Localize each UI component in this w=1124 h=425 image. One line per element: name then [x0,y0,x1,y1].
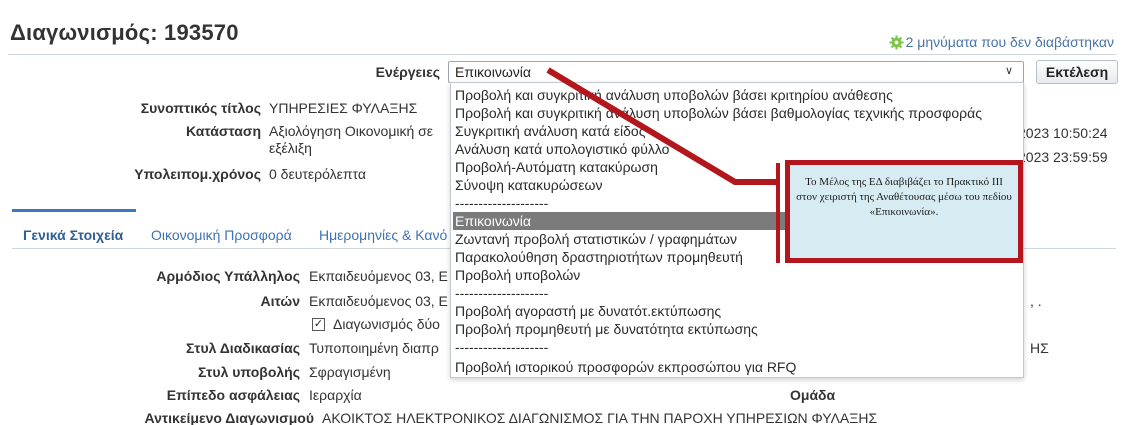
right-fragment-1: , . [1030,293,1042,309]
dropdown-option[interactable]: Προβολή αγοραστή με δυνατότ.εκτύπωσης [455,302,721,320]
remaining-time-label: Υπολειπομ.χρόνος [134,166,261,182]
unread-messages-link[interactable]: 2 μηνύματα που δεν διαβάστηκαν [889,34,1114,50]
unread-messages-label[interactable]: 2 μηνύματα που δεν διαβάστηκαν [906,34,1114,50]
group-label: Ομάδα [790,387,836,403]
requester-value: Εκπαιδευόμενος 03, Ε [309,293,448,309]
dropdown-option[interactable]: Προβολή-Αυτόματη κατακύρωση [455,158,658,176]
dropdown-option[interactable]: Ζωντανή προβολή στατιστικών / γραφημάτων [455,230,737,248]
date-start-partial: 2023 10:50:24 [1018,125,1108,141]
actions-label: Ενέργειες [375,64,440,80]
two-stage-checkbox[interactable]: ✓ [312,318,325,331]
officer-label: Αρμόδιος Υπάλληλος [156,268,300,284]
execute-button[interactable]: Εκτέλεση [1036,60,1118,84]
right-fragment-2: ΗΣ [1030,340,1049,356]
subject-label: Αντικείμενο Διαγωνισμού [144,410,314,425]
dropdown-option[interactable]: Ανάλυση κατά υπολογιστικό φύλλο [455,140,669,158]
status-value-line2: εξέλιξη [269,140,312,156]
dropdown-option[interactable]: Παρακολούθηση δραστηριοτήτων προμηθευτή [455,248,743,266]
annotation-note: Το Μέλος της ΕΔ διαβιβάζει το Πρακτικό Ι… [785,160,1023,263]
dropdown-option[interactable]: Προβολή και συγκριτική ανάλυση υποβολών … [455,86,893,104]
dropdown-option[interactable]: Συγκριτική ανάλυση κατά είδος [455,122,645,140]
officer-value: Εκπαιδευόμενος 03, Ε [309,268,448,284]
submission-style-value: Σφραγισμένη [309,364,391,380]
page-title: Διαγωνισμός: 193570 [10,20,239,45]
dropdown-separator: -------------------- [455,195,549,211]
security-level-label: Επίπεδο ασφάλειας [166,387,300,403]
dropdown-option[interactable]: Προβολή προμηθευτή με δυνατότητα εκτύπωσ… [455,320,758,338]
requester-label: Αιτών [260,293,300,309]
gear-icon [889,34,904,50]
two-stage-label: Διαγωνισμός δύο [333,316,440,332]
subject-value: ΑΚΟΙΚΤΟΣ ΗΛΕΚΤΡΟΝΙΚΟΣ ΔΙΑΓΩΝΙΣΜΟΣ ΓΙΑ ΤΗ… [322,410,878,425]
status-value-line1: Αξιολόγηση Οικονομική σε [269,123,434,139]
dropdown-separator: -------------------- [455,285,549,301]
active-tab-indicator [12,209,136,212]
title-divider [8,54,1116,55]
dropdown-option[interactable]: Προβολή ιστορικού προσφορών εκπροσώπου γ… [455,358,796,376]
dropdown-option[interactable]: Προβολή υποβολών [455,266,580,284]
security-level-value: Ιεραρχία [309,387,362,403]
status-label: Κατάσταση [185,123,261,139]
actions-select[interactable]: Επικοινωνία ∨ [448,61,1024,83]
tab-general[interactable]: Γενικά Στοιχεία [23,227,123,243]
submission-style-label: Στυλ υποβολής [198,364,300,380]
short-title-label: Συνοπτικός τίτλος [140,100,261,116]
chevron-down-icon: ∨ [1004,65,1013,77]
actions-select-value: Επικοινωνία [455,64,531,80]
tab-financial-offer[interactable]: Οικονομική Προσφορά [151,227,292,243]
date-end-partial: 2023 23:59:59 [1018,149,1108,165]
dropdown-separator: -------------------- [455,339,549,355]
remaining-time-value: 0 δευτερόλεπτα [269,166,366,182]
short-title-value: ΥΠΗΡΕΣΙΕΣ ΦΥΛΑΞΗΣ [269,100,418,116]
tab-dates-rules[interactable]: Ημερομηνίες & Κανό [319,227,447,243]
procedure-style-label: Στυλ Διαδικασίας [186,340,300,356]
dropdown-option[interactable]: Προβολή και συγκριτική ανάλυση υποβολών … [455,104,982,122]
procedure-style-value: Τυποποιημένη διαπρ [309,340,439,356]
dropdown-option[interactable]: Σύνοψη κατακυρώσεων [455,176,602,194]
